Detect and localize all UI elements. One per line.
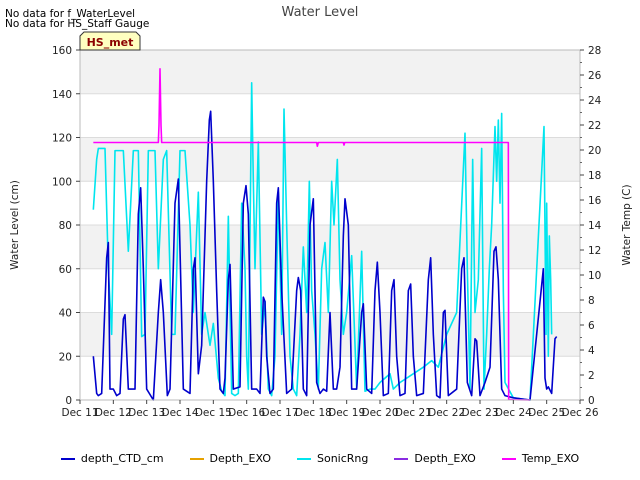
background-band <box>80 50 580 94</box>
x-tick-label: Dec 13 <box>128 407 165 419</box>
x-tick-label: Dec 23 <box>461 407 498 419</box>
background-band <box>80 93 580 138</box>
x-tick-label: Dec 16 <box>228 407 265 419</box>
legend-swatch <box>60 457 75 460</box>
y-tick-label: 160 <box>52 45 72 57</box>
y2-tick-label: 24 <box>588 95 602 107</box>
no-data-note-staffgauge: No data for HS_Staff Gauge <box>5 18 150 30</box>
y2-tick-label: 6 <box>588 320 595 332</box>
y2-tick-label: 16 <box>588 195 602 207</box>
y-tick-label: 0 <box>65 395 72 407</box>
y-tick-label: 80 <box>59 220 72 232</box>
legend-swatch <box>394 457 409 460</box>
site-badge: HS_met <box>79 31 141 51</box>
y2-axis-ticks: 0246810121416182022242628 <box>580 45 602 407</box>
y2-tick-label: 14 <box>588 220 602 232</box>
x-tick-label: Dec 11 <box>61 407 98 419</box>
y2-tick-label: 12 <box>588 245 601 257</box>
legend-entry: depth_CTD_cm <box>60 452 164 465</box>
x-tick-label: Dec 22 <box>428 407 465 419</box>
legend-label: Depth_EXO <box>209 452 271 465</box>
x-tick-label: Dec 26 <box>561 407 598 419</box>
y2-tick-label: 0 <box>588 395 595 407</box>
x-tick-label: Dec 14 <box>161 407 198 419</box>
y2-tick-label: 20 <box>588 145 601 157</box>
y-tick-label: 20 <box>59 351 72 363</box>
legend-label: depth_CTD_cm <box>80 452 164 465</box>
y2-tick-label: 22 <box>588 120 601 132</box>
y2-tick-label: 18 <box>588 170 601 182</box>
legend-label: Temp_EXO <box>521 452 580 465</box>
legend-entry: Depth_EXO <box>394 452 476 465</box>
site-badge-label: HS_met <box>87 36 134 49</box>
x-axis-ticks: Dec 11Dec 12Dec 13Dec 14Dec 15Dec 16Dec … <box>61 400 599 419</box>
legend-entry: Depth_EXO <box>189 452 271 465</box>
y2-tick-label: 10 <box>588 270 601 282</box>
x-tick-label: Dec 20 <box>361 407 398 419</box>
x-tick-label: Dec 21 <box>395 407 432 419</box>
legend-label: Depth_EXO <box>414 452 476 465</box>
y-tick-label: 140 <box>52 89 72 101</box>
x-tick-label: Dec 15 <box>195 407 232 419</box>
chart-legend: depth_CTD_cm Depth_EXO SonicRng Depth_EX… <box>0 452 640 465</box>
y2-tick-label: 26 <box>588 70 602 82</box>
x-tick-label: Dec 17 <box>261 407 298 419</box>
legend-swatch <box>501 457 516 460</box>
y-tick-label: 60 <box>59 264 72 276</box>
legend-swatch <box>297 457 311 460</box>
y-axis-ticks: 0 20 40 60 80 100 120 140 160 <box>52 45 80 407</box>
chart-title: Water Level <box>282 5 359 20</box>
x-tick-label: Dec 24 <box>495 407 532 419</box>
y-axis-label: Water Level (cm) <box>9 180 21 270</box>
y-tick-label: 120 <box>52 133 72 145</box>
y2-tick-label: 2 <box>588 370 595 382</box>
x-tick-label: Dec 25 <box>528 407 565 419</box>
x-tick-label: Dec 18 <box>295 407 332 419</box>
legend-entry: Temp_EXO <box>501 452 580 465</box>
water-level-chart: Dec 11Dec 12Dec 13Dec 14Dec 15Dec 16Dec … <box>9 5 633 419</box>
y2-axis-label: Water Temp (C) <box>621 184 633 265</box>
y-tick-label: 100 <box>52 176 72 188</box>
y-tick-label: 40 <box>59 308 72 320</box>
x-tick-label: Dec 12 <box>95 407 132 419</box>
legend-swatch <box>189 457 204 460</box>
y2-tick-label: 4 <box>588 345 595 357</box>
y2-tick-label: 8 <box>588 295 595 307</box>
legend-entry: SonicRng <box>297 452 368 465</box>
y2-tick-label: 28 <box>588 45 601 57</box>
x-tick-label: Dec 19 <box>328 407 365 419</box>
legend-label: SonicRng <box>317 452 369 465</box>
